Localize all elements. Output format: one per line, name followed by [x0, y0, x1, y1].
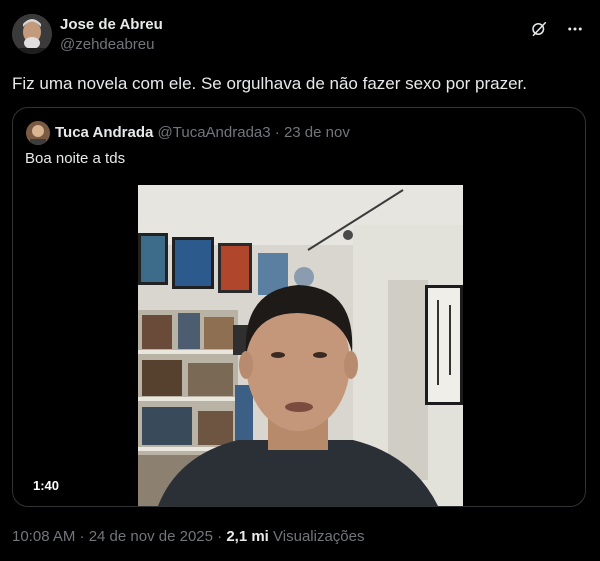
grok-icon[interactable]: [528, 18, 550, 40]
quoted-tweet[interactable]: Tuca Andrada @TucaAndrada3 · 23 de nov B…: [12, 107, 586, 507]
author-handle[interactable]: @zehdeabreu: [60, 35, 163, 55]
quoted-meta: Tuca Andrada @TucaAndrada3 · 23 de nov: [55, 123, 350, 143]
quoted-handle[interactable]: @TucaAndrada3: [158, 124, 271, 141]
video-duration-badge: 1:40: [33, 478, 60, 493]
tweet-text: Fiz uma novela com ele. Se orgulhava de …: [12, 74, 528, 93]
quoted-date[interactable]: 23 de nov: [284, 124, 350, 141]
tweet-timestamp[interactable]: 10:08 AM · 24 de nov de 2025 ·: [12, 528, 222, 545]
more-icon[interactable]: [564, 18, 586, 40]
author-avatar[interactable]: [12, 14, 52, 54]
author-display-name[interactable]: Jose de Abreu: [60, 15, 163, 35]
meta-separator: ·: [274, 124, 280, 141]
video-frame: [138, 185, 463, 506]
views-count: 2,1 mi: [226, 528, 269, 545]
views-label: Visualizações: [273, 528, 365, 545]
quoted-display-name[interactable]: Tuca Andrada: [55, 124, 153, 141]
quoted-text: Boa noite a tds: [25, 150, 126, 167]
video-player[interactable]: [138, 185, 463, 506]
quoted-author-avatar[interactable]: [26, 121, 50, 147]
tweet-footer: 10:08 AM · 24 de nov de 2025 · 2,1 mi Vi…: [12, 527, 364, 547]
tweet-header: Jose de Abreu @zehdeabreu: [12, 14, 588, 58]
